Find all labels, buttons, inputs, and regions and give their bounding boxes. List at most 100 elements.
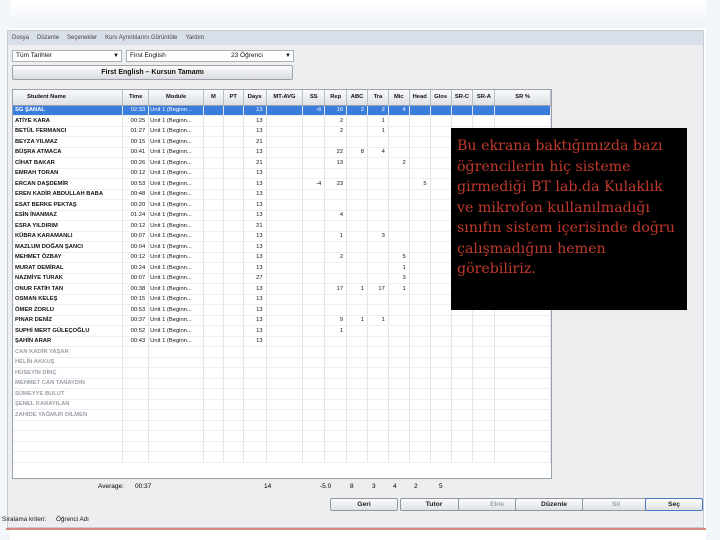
table-cell	[388, 388, 410, 400]
table-cell	[324, 346, 348, 358]
table-row[interactable]: HÜSEYİN DİNÇ	[13, 367, 551, 379]
table-cell: 13	[243, 168, 267, 179]
table-cell	[223, 325, 244, 337]
table-row[interactable]: ŞENEL KARAYILAN	[13, 399, 551, 410]
module-cell: Unit 1 (Beginn...	[148, 189, 205, 200]
table-cell	[203, 315, 224, 326]
menu-help[interactable]: Yardım	[185, 35, 204, 41]
column-header[interactable]: Head	[409, 90, 431, 106]
table-cell	[494, 357, 551, 368]
table-cell	[346, 294, 368, 305]
table-cell: 1	[367, 315, 389, 326]
column-header[interactable]: M	[203, 90, 224, 106]
table-cell	[409, 231, 431, 242]
table-cell	[430, 241, 452, 253]
table-cell: 00:15	[122, 136, 150, 148]
table-row[interactable]: ZAHİDE YAĞMUR DİLMEN	[13, 409, 551, 421]
table-row[interactable]: ŞAHİN ARAR 00:43 Unit 1 (Beginn... 13	[13, 336, 551, 347]
table-cell	[302, 262, 326, 274]
table-cell	[494, 367, 551, 379]
table-cell	[203, 189, 224, 200]
course-scope-button[interactable]: First English – Kursun Tamamı	[12, 65, 293, 80]
table-cell	[430, 157, 452, 169]
column-header[interactable]: SR %	[494, 90, 551, 106]
table-cell: 13	[243, 336, 267, 347]
table-cell	[430, 105, 452, 116]
table-cell	[203, 199, 224, 211]
table-cell	[346, 367, 368, 379]
table-row[interactable]: PINAR DENİZ 00:37 Unit 1 (Beginn... 13 9 1 1	[13, 315, 551, 326]
select-button[interactable]: Seç	[645, 498, 703, 511]
column-header[interactable]: Time	[122, 90, 150, 106]
table-row[interactable]: ATİYE KARA 00:25 Unit 1 (Beginn... 13 2 1	[13, 115, 551, 127]
table-cell	[302, 378, 326, 389]
column-header[interactable]: Days	[243, 90, 267, 106]
table-cell: 13	[243, 304, 267, 316]
table-cell: 02:33	[122, 105, 150, 116]
menu-course-details[interactable]: Kurs Ayrıntılarını Görüntüle	[105, 35, 177, 41]
table-cell	[430, 168, 452, 179]
menu-options[interactable]: Seçenekler	[67, 35, 97, 41]
table-cell	[223, 252, 244, 263]
sort-value[interactable]: Öğrenci Adı	[56, 516, 89, 523]
table-row[interactable]: MEHMET CAN TANAYDIN	[13, 378, 551, 389]
empty-row	[13, 430, 551, 442]
table-row[interactable]: HELİN AKKUŞ	[13, 357, 551, 368]
table-cell	[472, 409, 496, 421]
column-header[interactable]: Glos	[430, 90, 452, 106]
back-button[interactable]: Geri	[330, 498, 398, 511]
table-row[interactable]: SG ŞANAL 02:33 Unit 1 (Beginn... 13 -6 10 2 2 4	[13, 105, 551, 116]
date-range-select[interactable]: Tüm Tarihler ▼	[12, 50, 122, 62]
table-cell	[367, 294, 389, 305]
table-cell	[346, 210, 368, 221]
column-header[interactable]: Module	[148, 90, 205, 106]
table-cell	[302, 231, 326, 242]
delete-button[interactable]: Sil	[582, 498, 650, 511]
column-header[interactable]: SS	[302, 90, 326, 106]
table-row[interactable]: CAN KADİR YAŞAR	[13, 346, 551, 358]
table-header: Student Name Time Module M PT Days MT-AVG SS Rep…	[13, 90, 551, 106]
table-cell	[346, 336, 368, 347]
table-cell	[266, 126, 304, 137]
table-cell	[430, 378, 452, 389]
table-cell	[266, 409, 304, 421]
table-cell	[346, 273, 368, 284]
table-cell	[367, 136, 389, 148]
table-cell	[494, 115, 551, 127]
table-cell	[472, 336, 496, 347]
column-header[interactable]: Student Name	[13, 90, 124, 106]
table-cell	[367, 178, 389, 190]
table-cell: 00:53	[122, 178, 150, 190]
menu-edit[interactable]: Düzenle	[37, 35, 59, 41]
column-header[interactable]: MT-AVG	[266, 90, 304, 106]
table-cell	[367, 157, 389, 169]
column-header[interactable]: Mic	[388, 90, 410, 106]
student-name-cell: NAZMİYE TURAK	[13, 273, 124, 284]
column-header[interactable]: PT	[223, 90, 244, 106]
table-cell	[430, 252, 452, 263]
table-cell: 00:26	[122, 157, 150, 169]
table-cell: 27	[243, 273, 267, 284]
table-cell	[367, 168, 389, 179]
table-cell	[430, 388, 452, 400]
column-header[interactable]: SR-C	[451, 90, 474, 106]
column-header[interactable]: SR-A	[472, 90, 496, 106]
student-name-cell: HELİN AKKUŞ	[13, 357, 124, 368]
column-header[interactable]: Rep	[324, 90, 348, 106]
course-select[interactable]: First English 23 Öğrenci ▼	[126, 50, 294, 62]
table-cell: 2	[324, 252, 348, 263]
student-name-cell: BETÜL FERMANCI	[13, 126, 124, 137]
table-row[interactable]: SUPHİ MERT GÜLEÇOĞLU 00:52 Unit 1 (Beginn.…	[13, 325, 551, 337]
table-cell: 2	[324, 126, 348, 137]
menu-file[interactable]: Dosya	[12, 35, 29, 41]
column-header[interactable]: ABC	[346, 90, 368, 106]
table-cell	[266, 336, 304, 347]
column-header[interactable]: Tra	[367, 90, 389, 106]
table-cell	[346, 399, 368, 410]
table-cell	[451, 346, 474, 358]
module-cell: Unit 1 (Beginn...	[148, 210, 205, 221]
table-cell	[302, 367, 326, 379]
module-cell: Unit 1 (Beginn...	[148, 336, 205, 347]
table-row[interactable]: SÜMEYYE BULUT	[13, 388, 551, 400]
table-cell	[203, 157, 224, 169]
